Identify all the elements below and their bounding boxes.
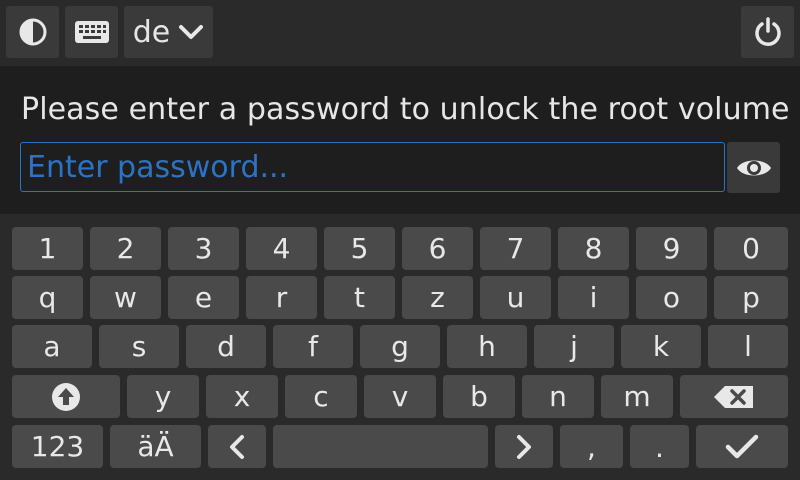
key-x[interactable]: x: [206, 375, 278, 418]
language-label: de: [132, 14, 171, 50]
theme-toggle-button[interactable]: [6, 6, 59, 58]
on-screen-keyboard: 1 2 3 4 5 6 7 8 9 0 q w e r t z u i o p …: [0, 214, 800, 480]
show-password-button[interactable]: [727, 142, 780, 193]
key-3[interactable]: 3: [168, 227, 239, 270]
key-l[interactable]: l: [708, 325, 788, 368]
top-bar: de: [0, 0, 800, 66]
keyboard-icon: [74, 21, 109, 43]
key-j[interactable]: j: [534, 325, 614, 368]
key-w[interactable]: w: [90, 276, 161, 319]
comma-key[interactable]: ,: [560, 425, 623, 468]
key-n[interactable]: n: [522, 375, 594, 418]
key-f[interactable]: f: [273, 325, 353, 368]
key-9[interactable]: 9: [636, 227, 707, 270]
key-y[interactable]: y: [127, 375, 199, 418]
key-7[interactable]: 7: [480, 227, 551, 270]
space-key[interactable]: [273, 425, 488, 468]
password-input[interactable]: [21, 143, 724, 191]
chevron-left-icon: [230, 434, 244, 459]
checkmark-icon: [725, 434, 759, 458]
key-8[interactable]: 8: [558, 227, 629, 270]
key-m[interactable]: m: [601, 375, 673, 418]
cursor-right-key[interactable]: [495, 425, 553, 468]
key-z[interactable]: z: [402, 276, 473, 319]
key-1[interactable]: 1: [12, 227, 83, 270]
chevron-right-icon: [517, 434, 531, 459]
key-s[interactable]: s: [99, 325, 179, 368]
half-circle-contrast-icon: [19, 18, 46, 46]
key-g[interactable]: g: [360, 325, 440, 368]
unlock-prompt: Please enter a password to unlock the ro…: [21, 92, 790, 127]
key-u[interactable]: u: [480, 276, 551, 319]
backspace-key[interactable]: [680, 375, 788, 418]
key-r[interactable]: r: [246, 276, 317, 319]
power-button[interactable]: [741, 6, 794, 58]
key-c[interactable]: c: [285, 375, 357, 418]
key-2[interactable]: 2: [90, 227, 161, 270]
key-q[interactable]: q: [12, 276, 83, 319]
numbers-key[interactable]: 123: [12, 425, 103, 468]
key-a[interactable]: a: [12, 325, 92, 368]
key-6[interactable]: 6: [402, 227, 473, 270]
key-b[interactable]: b: [443, 375, 515, 418]
shift-arrow-icon: [52, 382, 80, 411]
keyboard-toggle-button[interactable]: [65, 6, 118, 58]
period-key[interactable]: .: [630, 425, 689, 468]
key-d[interactable]: d: [186, 325, 266, 368]
shift-key[interactable]: [12, 375, 120, 418]
key-k[interactable]: k: [621, 325, 701, 368]
backspace-icon: [714, 385, 753, 408]
password-field[interactable]: [20, 142, 725, 192]
key-4[interactable]: 4: [246, 227, 317, 270]
key-h[interactable]: h: [447, 325, 527, 368]
key-e[interactable]: e: [168, 276, 239, 319]
umlaut-key[interactable]: äÄ: [110, 425, 201, 468]
chevron-down-icon: [179, 25, 204, 39]
key-t[interactable]: t: [324, 276, 395, 319]
enter-key[interactable]: [696, 425, 788, 468]
key-v[interactable]: v: [364, 375, 436, 418]
key-5[interactable]: 5: [324, 227, 395, 270]
key-o[interactable]: o: [636, 276, 707, 319]
language-selector[interactable]: de: [124, 6, 213, 58]
cursor-left-key[interactable]: [208, 425, 266, 468]
eye-icon: [736, 160, 771, 175]
key-p[interactable]: p: [714, 276, 788, 319]
power-icon: [754, 17, 781, 46]
key-0[interactable]: 0: [714, 227, 788, 270]
key-i[interactable]: i: [558, 276, 629, 319]
